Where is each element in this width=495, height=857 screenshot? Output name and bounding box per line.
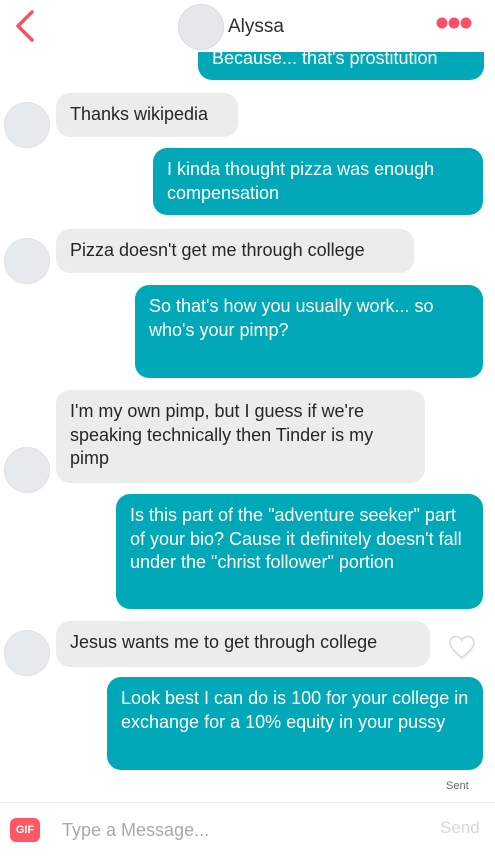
message-bubble-incoming[interactable]: Thanks wikipedia bbox=[56, 93, 238, 137]
more-dots-icon[interactable] bbox=[436, 16, 472, 30]
sender-avatar[interactable] bbox=[4, 630, 50, 676]
sender-avatar[interactable] bbox=[4, 238, 50, 284]
send-button[interactable]: Send bbox=[440, 818, 480, 838]
message-bubble-outgoing[interactable]: Look best I can do is 100 for your colle… bbox=[107, 677, 483, 770]
message-input[interactable] bbox=[62, 816, 422, 844]
message-bubble-outgoing[interactable]: Is this part of the "adventure seeker" p… bbox=[116, 494, 483, 609]
message-bubble-outgoing[interactable]: So that's how you usually work... so who… bbox=[135, 285, 483, 378]
gif-button[interactable]: GIF bbox=[10, 818, 40, 842]
contact-name[interactable]: Alyssa bbox=[228, 16, 284, 38]
chat-header: Alyssa bbox=[0, 0, 495, 52]
message-bubble-incoming[interactable]: I'm my own pimp, but I guess if we're sp… bbox=[56, 390, 425, 483]
sender-avatar[interactable] bbox=[4, 102, 50, 148]
sender-avatar[interactable] bbox=[4, 447, 50, 493]
heart-icon[interactable] bbox=[448, 634, 476, 660]
contact-avatar[interactable] bbox=[178, 4, 224, 50]
message-bubble-incoming[interactable]: Pizza doesn't get me through college bbox=[56, 229, 414, 273]
message-bubble-outgoing[interactable]: I kinda thought pizza was enough compens… bbox=[153, 148, 483, 215]
message-bubble-incoming[interactable]: Jesus wants me to get through college bbox=[56, 621, 430, 667]
sent-status: Sent bbox=[446, 780, 469, 792]
chevron-left-icon[interactable] bbox=[12, 8, 38, 44]
